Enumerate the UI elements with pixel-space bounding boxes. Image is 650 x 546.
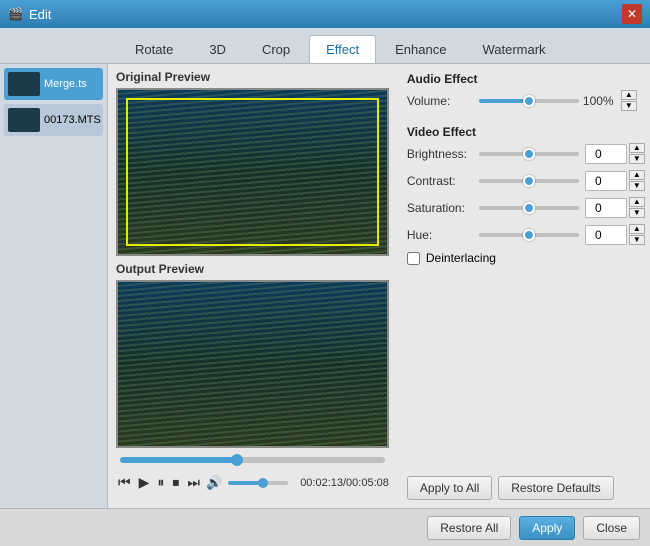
audio-effect-section: Audio Effect Volume: 100% ▲ ▼ [407,72,645,117]
volume-slider[interactable] [228,481,288,485]
tab-crop[interactable]: Crop [245,35,307,63]
left-panel: Original Preview [108,64,397,508]
right-panel: Audio Effect Volume: 100% ▲ ▼ Video Effe… [397,64,650,508]
app-icon: 🎬 [8,7,23,21]
hue-slider[interactable] [479,233,579,237]
close-button[interactable]: Close [583,516,640,540]
original-preview-box [116,88,389,256]
volume-label: Volume: [407,94,479,108]
brightness-input[interactable]: 0 [585,144,627,164]
original-video-bg [118,90,387,254]
saturation-up-btn[interactable]: ▲ [629,197,645,207]
volume-down-btn[interactable]: ▼ [621,101,637,111]
original-preview-label: Original Preview [116,70,389,84]
hue-row: Hue: 0 ▲ ▼ [407,224,645,245]
window-title: Edit [29,7,622,22]
output-preview-label: Output Preview [116,262,389,276]
sidebar-item-label-1: 00173.MTS [44,114,101,126]
contrast-down-btn[interactable]: ▼ [629,181,645,191]
bottom-bar: Restore All Apply Close [0,508,650,546]
saturation-label: Saturation: [407,201,479,215]
transport-row: ⏮ ▶ ⏸ ⏹ ⏭ 🔊 00:02:13/00:05:08 [116,468,389,497]
hue-input[interactable]: 0 [585,225,627,245]
close-window-button[interactable]: ✕ [622,4,642,24]
video-effect-title: Video Effect [407,125,645,139]
effect-action-buttons: Apply to All Restore Defaults [407,476,645,500]
contrast-up-btn[interactable]: ▲ [629,170,645,180]
brightness-slider[interactable] [479,152,579,156]
seek-bar[interactable] [120,457,385,463]
deinterlacing-checkbox[interactable] [407,252,420,265]
saturation-row: Saturation: 0 ▲ ▼ [407,197,645,218]
hue-down-btn[interactable]: ▼ [629,235,645,245]
volume-up-btn[interactable]: ▲ [621,90,637,100]
output-video-bg [118,282,387,446]
stop-button[interactable]: ⏹ [170,472,181,493]
volume-icon: 🔊 [206,475,222,491]
hue-label: Hue: [407,228,479,242]
contrast-label: Contrast: [407,174,479,188]
contrast-row: Contrast: 0 ▲ ▼ [407,170,645,191]
audio-effect-title: Audio Effect [407,72,645,86]
volume-row: Volume: 100% ▲ ▼ [407,90,645,111]
apply-to-all-button[interactable]: Apply to All [407,476,492,500]
saturation-input[interactable]: 0 [585,198,627,218]
output-preview-box [116,280,389,448]
volume-slider-right[interactable] [479,99,579,103]
tab-watermark[interactable]: Watermark [465,35,562,63]
title-bar: 🎬 Edit ✕ [0,0,650,28]
brightness-down-btn[interactable]: ▼ [629,154,645,164]
brightness-up-btn[interactable]: ▲ [629,143,645,153]
apply-button[interactable]: Apply [519,516,575,540]
time-display: 00:02:13/00:05:08 [300,477,389,489]
tab-3d[interactable]: 3D [192,35,243,63]
file-thumb-0 [8,72,40,96]
saturation-slider[interactable] [479,206,579,210]
deinterlacing-label: Deinterlacing [426,251,496,265]
seek-bar-container [116,452,389,466]
sidebar: Merge.ts 00173.MTS [0,64,108,508]
saturation-down-btn[interactable]: ▼ [629,208,645,218]
main-container: Rotate 3D Crop Effect Enhance Watermark … [0,28,650,546]
tab-enhance[interactable]: Enhance [378,35,463,63]
restore-all-button[interactable]: Restore All [427,516,511,540]
tab-row: Rotate 3D Crop Effect Enhance Watermark [0,28,650,64]
brightness-label: Brightness: [407,147,479,161]
original-video-svg [118,90,387,254]
skip-forward-button[interactable]: ⏭ [185,472,202,493]
play-button[interactable]: ▶ [137,472,152,493]
restore-defaults-button[interactable]: Restore Defaults [498,476,613,500]
contrast-slider[interactable] [479,179,579,183]
sidebar-item-1[interactable]: 00173.MTS [4,104,103,136]
contrast-input[interactable]: 0 [585,171,627,191]
sidebar-item-label-0: Merge.ts [44,78,87,90]
pause-button[interactable]: ⏸ [155,472,166,493]
skip-back-button[interactable]: ⏮ [116,472,133,493]
hue-up-btn[interactable]: ▲ [629,224,645,234]
tab-effect[interactable]: Effect [309,35,376,63]
brightness-row: Brightness: 0 ▲ ▼ [407,143,645,164]
file-thumb-1 [8,108,40,132]
sidebar-item-0[interactable]: Merge.ts [4,68,103,100]
tab-rotate[interactable]: Rotate [118,35,190,63]
video-effect-section: Video Effect Brightness: 0 ▲ ▼ Contrast:… [407,125,645,265]
output-video-svg [118,282,387,446]
volume-value: 100% [583,94,619,108]
deinterlacing-row: Deinterlacing [407,251,645,265]
